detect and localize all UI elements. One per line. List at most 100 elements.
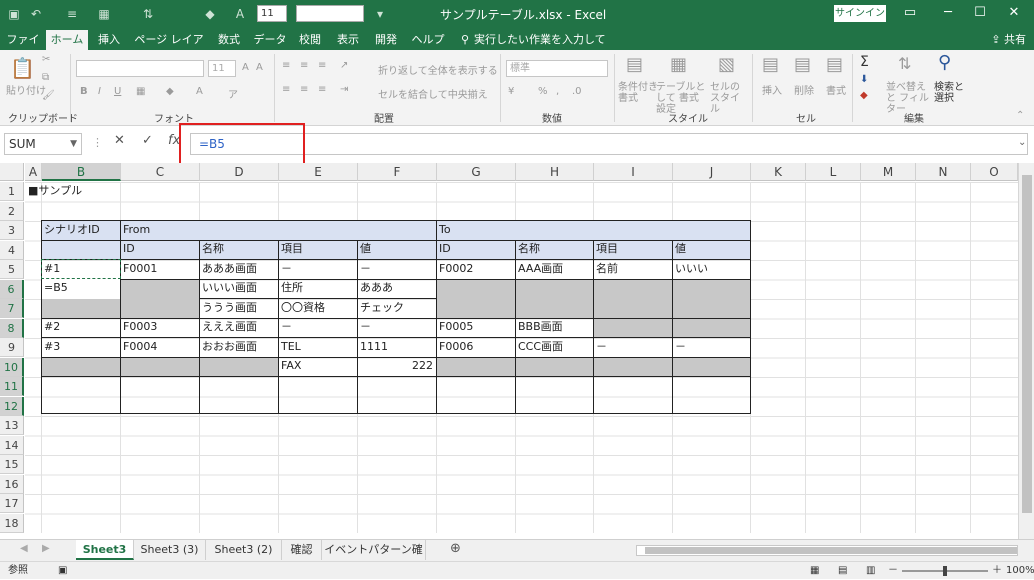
zoom-out-icon[interactable]: － (888, 562, 898, 580)
cell-J4[interactable]: 値 (673, 240, 686, 258)
cut-icon[interactable]: ✂ (42, 54, 50, 65)
h-scroll-thumb[interactable] (645, 547, 1017, 554)
italic-button[interactable]: I (98, 86, 101, 97)
align-bottom-icon[interactable]: ≡ (318, 60, 326, 71)
sheet-tab-sheet3-2[interactable]: Sheet3 (2) (206, 540, 282, 560)
wrap-text-button[interactable]: 折り返して全体を表示する (378, 62, 498, 77)
conditional-format-button[interactable]: 条件付き 書式 (618, 82, 658, 104)
tab-insert[interactable]: 挿入 (92, 30, 126, 50)
expand-formula-icon[interactable]: ⌄ (1018, 137, 1026, 148)
zoom-level[interactable]: 100% (1006, 562, 1034, 580)
col-header-K[interactable]: K (751, 163, 806, 181)
sort-icon[interactable]: ⇅ (140, 5, 156, 23)
row-header-10[interactable]: 10 (0, 357, 24, 377)
sheet-tab-sheet3-3[interactable]: Sheet3 (3) (134, 540, 206, 560)
tab-formulas[interactable]: 数式 (212, 30, 246, 50)
qat-font-name[interactable] (296, 5, 364, 22)
align-icon[interactable]: ≡ (64, 5, 80, 23)
cell-C9[interactable]: F0004 (121, 338, 157, 356)
zoom-slider[interactable] (902, 566, 988, 576)
orientation-icon[interactable]: ↗ (340, 60, 348, 71)
align-right-icon[interactable]: ≡ (318, 84, 326, 95)
prev-sheet-icon[interactable]: ◀ (20, 543, 28, 554)
row-header-18[interactable]: 18 (0, 513, 24, 533)
row-header-11[interactable]: 11 (0, 377, 24, 396)
currency-icon[interactable]: ¥ (508, 86, 514, 97)
collapse-ribbon-icon[interactable]: ⌃ (1016, 110, 1024, 121)
cell-B8[interactable]: #2 (42, 318, 60, 336)
col-header-J[interactable]: J (673, 163, 751, 181)
insert-cells-button[interactable]: 挿入 (762, 82, 782, 97)
cell-F10[interactable]: 222 (358, 357, 435, 375)
cell-D4[interactable]: 名称 (200, 240, 224, 258)
cell-F6[interactable]: あああ (358, 279, 393, 297)
cell-F7[interactable]: チェック (358, 299, 404, 317)
ribbon-display-icon[interactable]: ▭ (900, 4, 920, 22)
sheet-tab-sheet3[interactable]: Sheet3 (76, 540, 134, 560)
cell-C5[interactable]: F0001 (121, 260, 157, 278)
row-header-4[interactable]: 4 (0, 240, 24, 260)
chevron-down-icon[interactable]: ▼ (70, 134, 77, 154)
row-header-14[interactable]: 14 (0, 435, 24, 455)
delete-cells-icon[interactable]: ▤ (794, 54, 811, 75)
shrink-font-icon[interactable]: A (256, 62, 263, 73)
cell-G8[interactable]: F0005 (437, 318, 473, 336)
cell-C8[interactable]: F0003 (121, 318, 157, 336)
align-middle-icon[interactable]: ≡ (300, 60, 308, 71)
row-header-12[interactable]: 12 (0, 396, 24, 416)
maximize-icon[interactable]: ☐ (970, 4, 990, 22)
cell-B9[interactable]: #3 (42, 338, 60, 356)
percent-icon[interactable]: % (538, 86, 548, 97)
page-layout-view-icon[interactable]: ▤ (838, 562, 847, 580)
fill-color-icon[interactable]: ◆ (202, 5, 218, 23)
col-header-B[interactable]: B (42, 163, 121, 181)
close-icon[interactable]: ✕ (1004, 4, 1024, 22)
cell-D5[interactable]: あああ画面 (200, 260, 257, 278)
col-header-O[interactable]: O (971, 163, 1018, 181)
drag-handle-icon[interactable]: ⋮ (92, 136, 103, 149)
page-break-view-icon[interactable]: ▥ (866, 562, 875, 580)
fill-icon[interactable]: ⬇ (860, 74, 868, 85)
clear-icon[interactable]: ◆ (860, 90, 868, 101)
col-header-E[interactable]: E (279, 163, 358, 181)
tab-review[interactable]: 校閲 (294, 30, 326, 50)
col-header-H[interactable]: H (516, 163, 594, 181)
horizontal-scrollbar[interactable] (636, 545, 1018, 556)
find-select-button[interactable]: 検索と 選択 (934, 82, 968, 104)
fill-color-icon[interactable]: ◆ (166, 86, 174, 97)
row-header-13[interactable]: 13 (0, 416, 24, 435)
next-sheet-icon[interactable]: ▶ (42, 543, 50, 554)
cell-H9[interactable]: CCC画面 (516, 338, 563, 356)
sheet-tab-confirm[interactable]: 確認 (282, 540, 322, 560)
row-header-3[interactable]: 3 (0, 221, 24, 240)
cell-F8[interactable]: － (358, 318, 371, 336)
row-header-2[interactable]: 2 (0, 201, 24, 221)
cell-D6[interactable]: いいい画面 (200, 279, 257, 297)
row-header-15[interactable]: 15 (0, 455, 24, 474)
undo-icon[interactable]: ↶ (28, 5, 44, 23)
cell-I4[interactable]: 項目 (594, 240, 618, 258)
underline-button[interactable]: U (114, 86, 121, 97)
sort-filter-icon[interactable]: ⇅ (898, 54, 911, 73)
row-header-8[interactable]: 8 (0, 318, 24, 338)
cell-J5[interactable]: いいい (673, 260, 708, 278)
cell-B5[interactable]: #1 (42, 260, 60, 278)
bold-button[interactable]: B (80, 86, 88, 97)
autosum-icon[interactable]: Σ (860, 54, 869, 70)
row-header-5[interactable]: 5 (0, 260, 24, 279)
cell-I9[interactable]: － (594, 338, 607, 356)
number-format-box[interactable]: 標準 (506, 60, 608, 77)
tab-help[interactable]: ヘルプ (408, 30, 448, 50)
row-header-7[interactable]: 7 (0, 299, 24, 318)
cell-E7[interactable]: 〇〇資格 (279, 299, 325, 317)
cell-I5[interactable]: 名前 (594, 260, 618, 278)
format-cells-icon[interactable]: ▤ (826, 54, 843, 75)
row-header-9[interactable]: 9 (0, 338, 24, 357)
cell-G9[interactable]: F0006 (437, 338, 473, 356)
format-table-icon[interactable]: ▦ (670, 54, 687, 75)
row-header-6[interactable]: 6 (0, 279, 24, 299)
cell-J9[interactable]: － (673, 338, 686, 356)
sheet-tab-event-pattern[interactable]: イベントパターン確認 (322, 540, 426, 576)
merge-center-button[interactable]: セルを結合して中央揃え (378, 86, 488, 101)
tab-data[interactable]: データ (252, 30, 288, 50)
